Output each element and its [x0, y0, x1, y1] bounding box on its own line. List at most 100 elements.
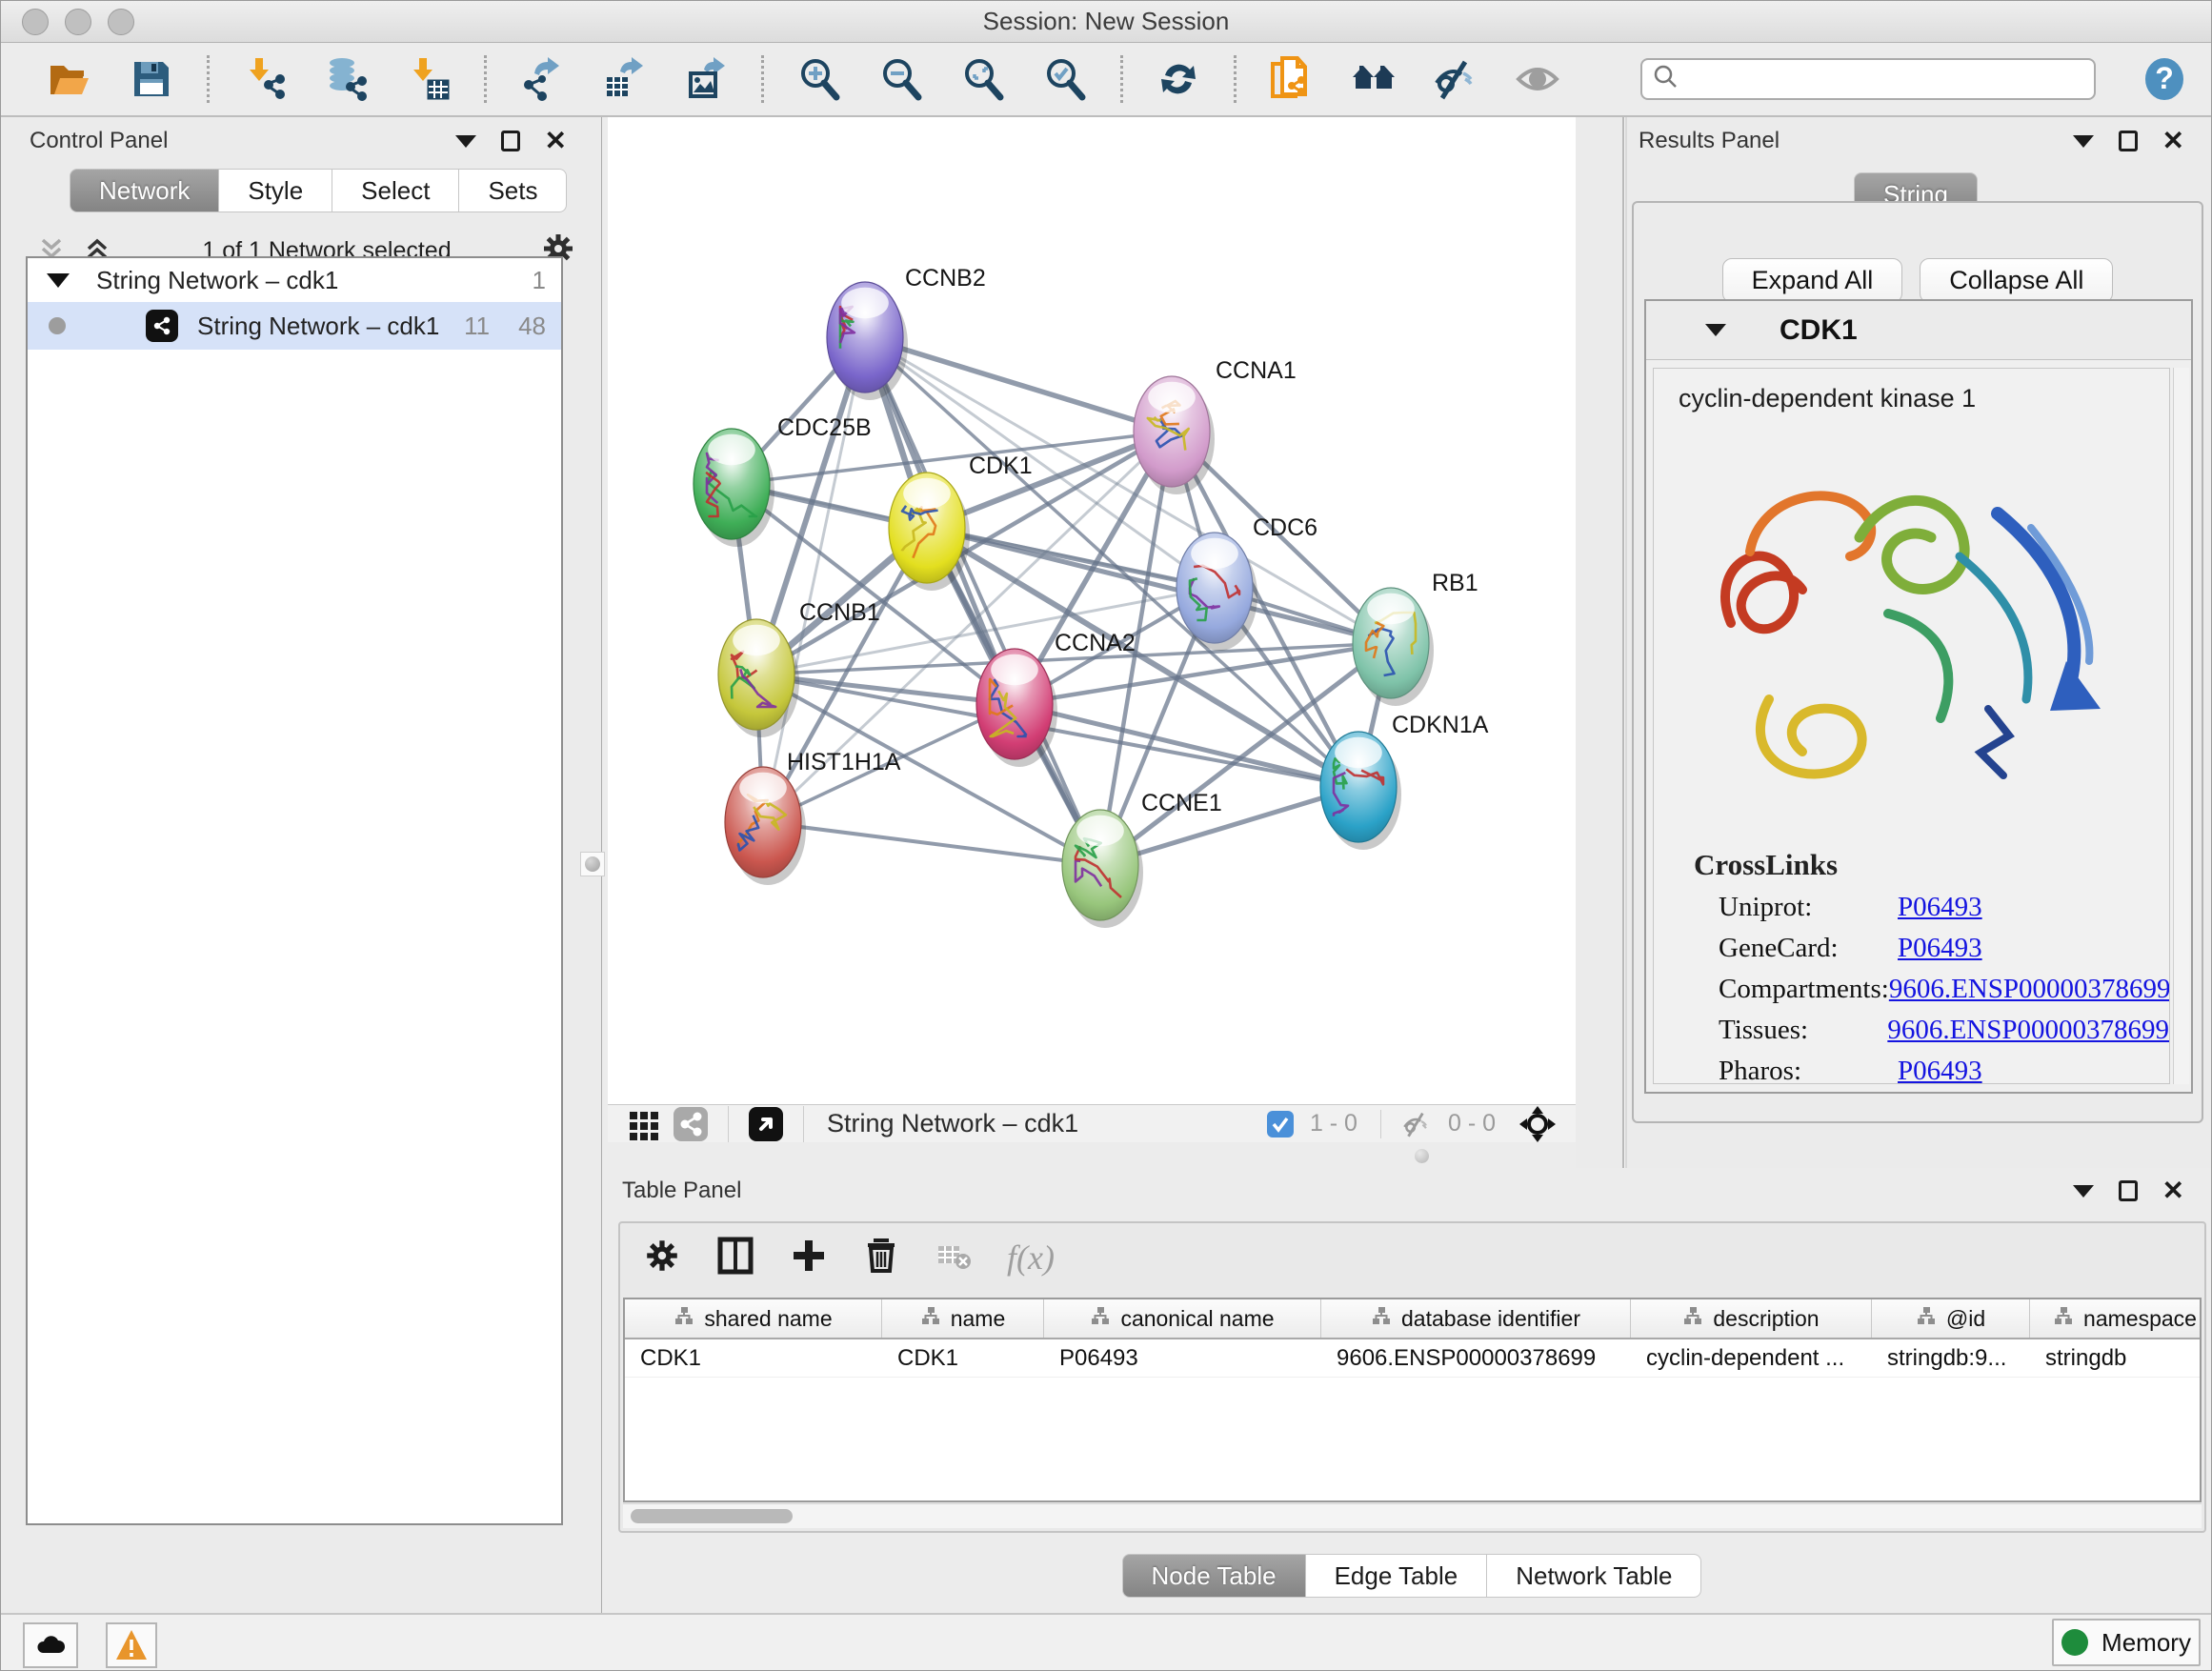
splitter-handle-left[interactable] — [580, 852, 605, 876]
tab-network-table[interactable]: Network Table — [1487, 1554, 1701, 1598]
import-network-from-database-icon[interactable] — [322, 54, 372, 104]
table-cell[interactable]: 9606.ENSP00000378699 — [1321, 1339, 1631, 1377]
table-horizontal-scrollbar[interactable] — [623, 1503, 2202, 1528]
network-view-icon[interactable] — [673, 1106, 709, 1142]
tab-node-table[interactable]: Node Table — [1122, 1554, 1306, 1598]
collection-expand-icon[interactable] — [47, 273, 70, 288]
window-close-button[interactable] — [22, 9, 49, 35]
network-edge-HIST1H1A-CCNE1[interactable] — [763, 822, 1100, 865]
table-header-row: shared namenamecanonical namedatabase id… — [625, 1299, 2200, 1339]
panel-menu-icon[interactable] — [2073, 135, 2094, 148]
column-header-shared-name[interactable]: shared name — [625, 1299, 882, 1338]
column-header-canonical-name[interactable]: canonical name — [1044, 1299, 1321, 1338]
fit-content-icon[interactable] — [958, 54, 1008, 104]
selected-count: 1 - 0 — [1310, 1110, 1357, 1137]
memory-button[interactable]: Memory — [2052, 1619, 2201, 1666]
panel-menu-icon[interactable] — [455, 135, 476, 148]
network-row-selected[interactable]: String Network – cdk1 11 48 — [28, 302, 561, 350]
tab-edge-table[interactable]: Edge Table — [1306, 1554, 1488, 1598]
export-image-icon[interactable] — [681, 54, 731, 104]
help-icon[interactable]: ? — [2142, 54, 2188, 104]
import-network-from-file-icon[interactable] — [240, 54, 290, 104]
network-node-HIST1H1A[interactable] — [725, 767, 806, 885]
hide-glasses-icon[interactable] — [1431, 54, 1480, 104]
network-edge-CDK1-RB1[interactable] — [927, 528, 1391, 643]
tab-sets[interactable]: Sets — [459, 169, 567, 212]
collapse-all-button[interactable]: Collapse All — [1920, 258, 2113, 303]
node-label-CDC6: CDC6 — [1253, 514, 1317, 541]
cloud-status-icon[interactable] — [23, 1622, 78, 1668]
table-cell[interactable]: CDK1 — [625, 1339, 882, 1377]
column-header-name[interactable]: name — [882, 1299, 1044, 1338]
panel-float-icon[interactable] — [501, 131, 520, 151]
panel-float-icon[interactable] — [2119, 1180, 2138, 1201]
table-cell[interactable]: P06493 — [1044, 1339, 1321, 1377]
crosslink-value-link[interactable]: 9606.ENSP00000378699 — [1887, 1015, 2169, 1046]
open-session-icon[interactable] — [45, 54, 94, 104]
tab-network[interactable]: Network — [70, 169, 219, 212]
tab-select[interactable]: Select — [332, 169, 459, 212]
show-eye-icon[interactable] — [1513, 54, 1562, 104]
import-table-from-file-icon[interactable] — [404, 54, 453, 104]
table-cell[interactable]: stringdb:9... — [1872, 1339, 2030, 1377]
column-header-@id[interactable]: @id — [1872, 1299, 2030, 1338]
window-minimize-button[interactable] — [65, 9, 91, 35]
export-network-icon[interactable] — [517, 54, 567, 104]
crosslink-label: Compartments: — [1719, 974, 1889, 1005]
table-cell[interactable]: cyclin-dependent ... — [1631, 1339, 1872, 1377]
splitter-handle-bottom[interactable] — [1415, 1149, 1429, 1163]
warning-status-icon[interactable] — [106, 1622, 157, 1668]
delete-column-icon[interactable] — [862, 1237, 900, 1279]
table-cell[interactable]: CDK1 — [882, 1339, 1044, 1377]
pan-crosshair-icon[interactable] — [1518, 1105, 1557, 1143]
column-header-database-identifier[interactable]: database identifier — [1321, 1299, 1631, 1338]
gene-collapse-icon[interactable] — [1705, 324, 1726, 336]
network-node-CCNB1[interactable] — [718, 619, 799, 737]
gene-section-header[interactable]: CDK1 — [1646, 301, 2191, 360]
network-edge-CCNB2-CCNA1[interactable] — [865, 337, 1172, 432]
title-bar: Session: New Session — [1, 1, 2211, 43]
save-session-icon[interactable] — [127, 54, 176, 104]
results-scrollbar[interactable] — [2173, 368, 2189, 1084]
show-column-icon[interactable] — [715, 1236, 755, 1280]
network-node-CDKN1A[interactable] — [1320, 732, 1401, 850]
refresh-view-icon[interactable] — [1154, 54, 1203, 104]
birds-eye-view-icon[interactable] — [748, 1106, 784, 1142]
network-node-CCNE1[interactable] — [1062, 810, 1143, 928]
zoom-out-icon[interactable] — [876, 54, 926, 104]
network-node-CDC25B[interactable] — [694, 429, 774, 547]
table-cell[interactable]: stringdb — [2030, 1339, 2202, 1377]
share-document-icon[interactable] — [1267, 54, 1317, 104]
network-node-CCNB2[interactable] — [827, 282, 908, 400]
node-label-HIST1H1A: HIST1H1A — [787, 749, 901, 775]
tab-style[interactable]: Style — [219, 169, 332, 212]
network-collection-row[interactable]: String Network – cdk1 1 — [28, 258, 561, 302]
string-home-icon[interactable] — [1349, 54, 1398, 104]
panel-close-icon[interactable]: ✕ — [2162, 128, 2184, 154]
crosslink-value-link[interactable]: 9606.ENSP00000378699 — [1889, 974, 2170, 1005]
expand-all-button[interactable]: Expand All — [1722, 258, 1903, 303]
column-header-description[interactable]: description — [1631, 1299, 1872, 1338]
crosslink-value-link[interactable]: P06493 — [1898, 892, 1982, 923]
selected-checkbox-icon[interactable] — [1266, 1110, 1295, 1138]
network-node-RB1[interactable] — [1353, 588, 1434, 706]
zoom-selected-icon[interactable] — [1040, 54, 1090, 104]
export-table-icon[interactable] — [599, 54, 649, 104]
panel-float-icon[interactable] — [2119, 131, 2138, 151]
zoom-in-icon[interactable] — [794, 54, 844, 104]
grid-view-icon[interactable] — [627, 1107, 661, 1141]
panel-close-icon[interactable]: ✕ — [2162, 1178, 2184, 1204]
panel-menu-icon[interactable] — [2073, 1185, 2094, 1198]
create-column-icon[interactable] — [790, 1237, 828, 1279]
table-row[interactable]: CDK1CDK1P064939606.ENSP00000378699cyclin… — [625, 1339, 2200, 1378]
window-maximize-button[interactable] — [108, 9, 134, 35]
column-header-namespace[interactable]: namespace — [2030, 1299, 2202, 1338]
network-canvas[interactable]: CCNB2CCNA1CDC25BCDK1CDC6RB1CCNB1CCNA2CDK… — [608, 117, 1576, 1104]
crosslink-value-link[interactable]: P06493 — [1898, 933, 1982, 964]
search-input[interactable] — [1680, 62, 2084, 96]
panel-close-icon[interactable]: ✕ — [545, 128, 567, 154]
table-options-gear-icon[interactable] — [643, 1237, 681, 1279]
network-node-CCNA2[interactable] — [976, 649, 1057, 767]
crosslink-value-link[interactable]: P06493 — [1898, 1056, 1982, 1084]
network-edge-CCNB2-CCNE1[interactable] — [865, 337, 1100, 865]
